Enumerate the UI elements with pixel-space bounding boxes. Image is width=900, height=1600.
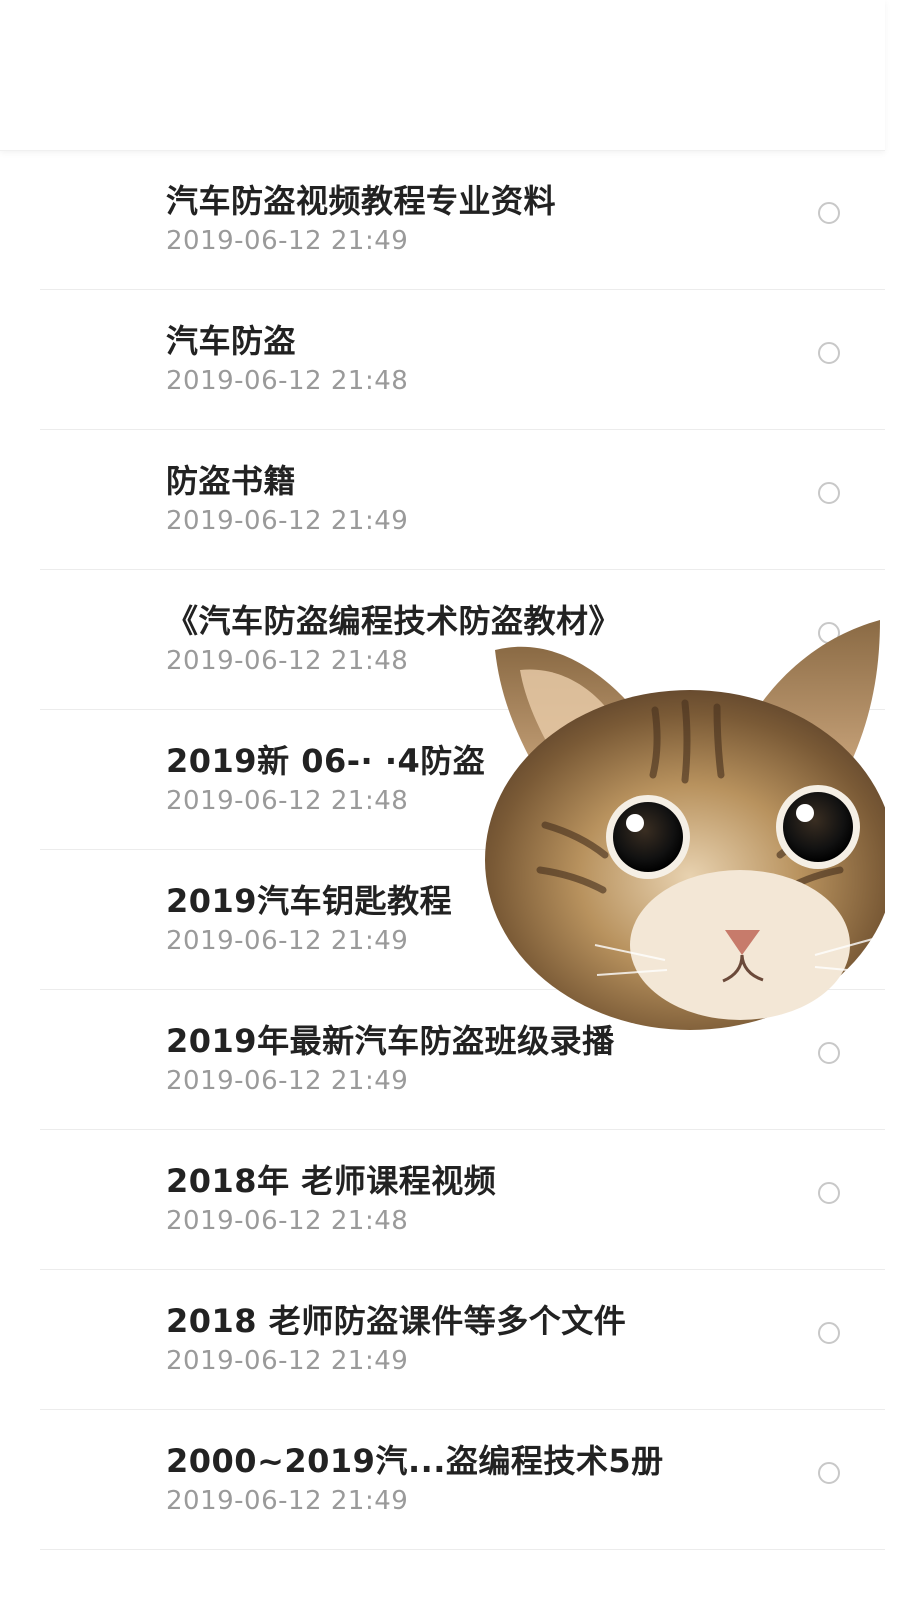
select-radio[interactable] xyxy=(818,1182,840,1204)
select-radio[interactable] xyxy=(818,482,840,504)
item-title: 汽车防盗 xyxy=(166,322,297,360)
item-date: 2019-06-12 21:48 xyxy=(166,646,409,676)
item-title: 2000~2019汽...盗编程技术5册 xyxy=(166,1442,664,1480)
select-radio[interactable] xyxy=(818,1462,840,1484)
list-item[interactable]: 汽车防盗视频教程专业资料 2019-06-12 21:49 xyxy=(40,150,885,290)
item-date: 2019-06-12 21:49 xyxy=(166,1066,409,1096)
list-item[interactable]: 2000~2019汽...盗编程技术5册 2019-06-12 21:49 xyxy=(40,1410,885,1550)
item-title: 防盗书籍 xyxy=(166,462,297,500)
item-date: 2019-06-12 21:49 xyxy=(166,1346,409,1376)
item-date: 2019-06-12 21:48 xyxy=(166,786,409,816)
list-item[interactable]: 防盗书籍 2019-06-12 21:49 xyxy=(40,430,885,570)
item-date: 2019-06-12 21:49 xyxy=(166,926,409,956)
select-radio[interactable] xyxy=(818,342,840,364)
list-item[interactable]: 汽车防盗 2019-06-12 21:48 xyxy=(40,290,885,430)
item-date: 2019-06-12 21:49 xyxy=(166,506,409,536)
item-title: 汽车防盗视频教程专业资料 xyxy=(166,182,557,220)
select-radio[interactable] xyxy=(818,202,840,224)
item-title: 2019新 06-· ·4防盗 xyxy=(166,742,486,780)
item-date: 2019-06-12 21:48 xyxy=(166,1206,409,1236)
top-bar xyxy=(0,0,885,151)
item-date: 2019-06-12 21:49 xyxy=(166,226,409,256)
select-radio[interactable] xyxy=(818,1322,840,1344)
cat-sticker-icon xyxy=(485,620,885,1030)
item-title: 2019汽车钥匙教程 xyxy=(166,882,453,920)
item-title: 2018 老师防盗课件等多个文件 xyxy=(166,1302,627,1340)
item-title: 2018年 老师课程视频 xyxy=(166,1162,497,1200)
list-item[interactable]: 2018年 老师课程视频 2019-06-12 21:48 xyxy=(40,1130,885,1270)
item-date: 2019-06-12 21:49 xyxy=(166,1486,409,1516)
list-item[interactable]: 2018 老师防盗课件等多个文件 2019-06-12 21:49 xyxy=(40,1270,885,1410)
item-date: 2019-06-12 21:48 xyxy=(166,366,409,396)
select-radio[interactable] xyxy=(818,1042,840,1064)
